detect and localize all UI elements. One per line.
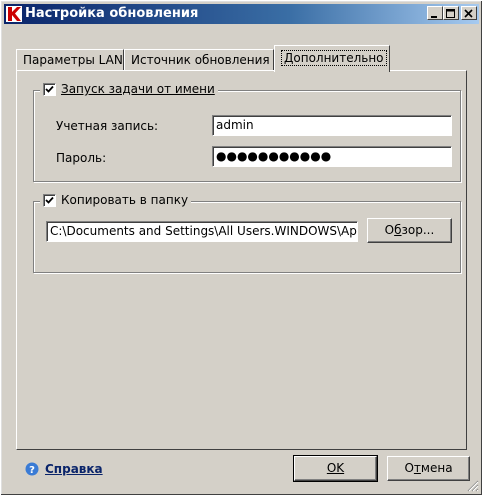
- copy-to-folder-legend: Копировать в папку: [40, 193, 192, 207]
- window-title: Настройка обновления: [25, 6, 199, 21]
- browse-label-accel: б: [394, 223, 402, 237]
- password-field[interactable]: ●●●●●●●●●●●: [212, 146, 452, 167]
- browse-label-pre: О: [384, 223, 395, 237]
- minimize-icon: [431, 16, 437, 18]
- maximize-icon: [446, 9, 455, 18]
- checkmark-icon: [45, 196, 54, 204]
- ok-label: OK: [326, 461, 345, 475]
- title-bar[interactable]: Настройка обновления: [4, 4, 479, 24]
- ok-button[interactable]: OK: [293, 455, 378, 482]
- cancel-label-accel: т: [413, 461, 421, 475]
- run-as-group: Запуск задачи от имени Учетная запись: a…: [33, 82, 461, 182]
- run-as-label: Запуск задачи от имени: [61, 82, 215, 96]
- help-link[interactable]: ? Справка: [25, 462, 103, 476]
- copy-to-folder-group: Копировать в папку C:\Documents and Sett…: [33, 193, 461, 273]
- tab-update-source[interactable]: Источник обновления: [124, 49, 274, 70]
- close-icon: [464, 9, 473, 18]
- kaspersky-logo-icon: [6, 6, 22, 22]
- svg-text:?: ?: [29, 465, 35, 476]
- copy-to-folder-checkbox[interactable]: [43, 193, 56, 207]
- cancel-label-pre: О: [404, 461, 414, 475]
- copy-to-folder-label: Копировать в папку: [61, 193, 189, 207]
- cancel-label-post: мена: [420, 461, 453, 475]
- browse-button[interactable]: Обзор...: [367, 218, 452, 243]
- tab-label: Параметры LAN: [23, 53, 123, 67]
- help-label: Справка: [45, 462, 103, 476]
- run-as-legend: Запуск задачи от имени: [40, 82, 218, 96]
- tab-label: Источник обновления: [131, 53, 270, 67]
- tab-label: Дополнительно: [281, 50, 387, 66]
- account-field[interactable]: admin: [212, 115, 452, 136]
- browse-label-post: зор...: [401, 223, 435, 237]
- run-as-checkbox[interactable]: [43, 82, 56, 96]
- minimize-button[interactable]: [427, 6, 443, 20]
- dialog-window: Настройка обновления Параметры LAN Источ…: [0, 0, 483, 496]
- maximize-button[interactable]: [443, 6, 459, 20]
- tab-lan-settings[interactable]: Параметры LAN: [16, 49, 124, 70]
- account-label: Учетная запись:: [56, 119, 159, 133]
- password-label: Пароль:: [56, 151, 107, 165]
- folder-path-field[interactable]: C:\Documents and Settings\All Users.WIND…: [46, 221, 358, 242]
- question-icon: ?: [25, 462, 39, 476]
- resize-grip-icon[interactable]: [467, 480, 479, 492]
- close-button[interactable]: [461, 6, 477, 20]
- tab-advanced[interactable]: Дополнительно: [274, 45, 390, 72]
- cancel-button[interactable]: Отмена: [387, 456, 470, 481]
- checkmark-icon: [45, 85, 54, 93]
